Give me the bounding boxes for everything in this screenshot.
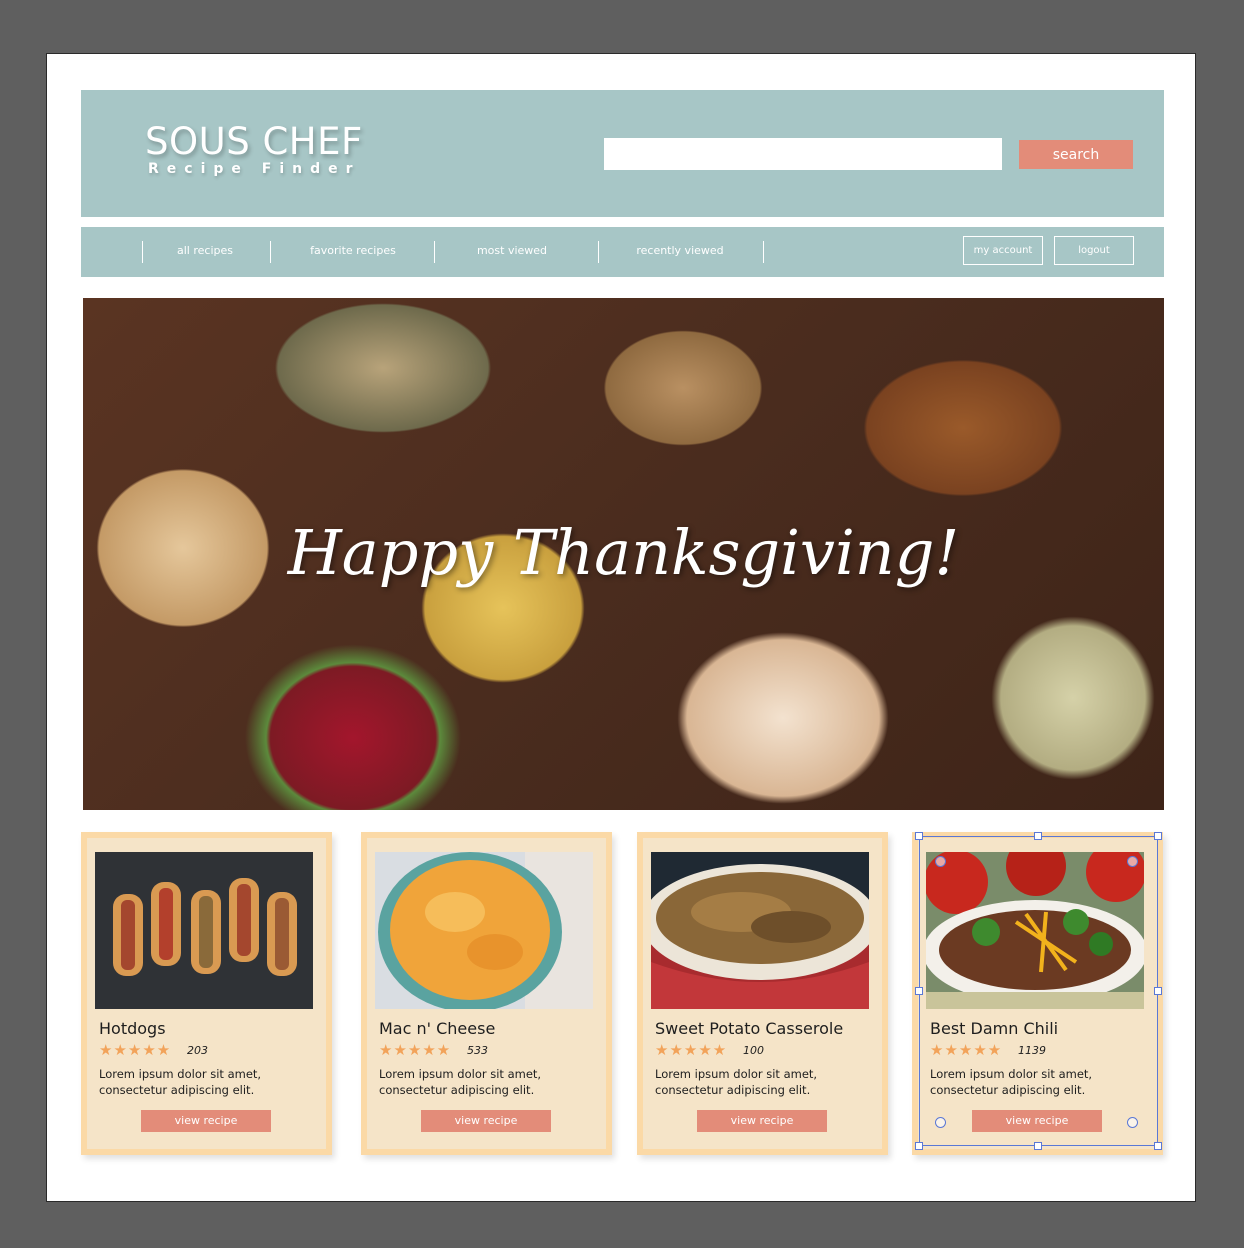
recipe-card: Best Damn Chili ★★★★★ 1139 Lorem ipsum d… — [912, 832, 1163, 1155]
recipe-description: Lorem ipsum dolor sit amet, consectetur … — [99, 1067, 262, 1097]
best-damn-chili-image — [926, 852, 1144, 1009]
view-recipe-button[interactable]: view recipe — [421, 1110, 551, 1132]
my-account-button[interactable]: my account — [963, 236, 1043, 265]
corner-radius-widget-bottom-left[interactable] — [935, 1117, 946, 1128]
hero-banner: Happy Thanksgiving! — [83, 298, 1164, 810]
nav-item-favorite-recipes[interactable]: favorite recipes — [285, 244, 421, 257]
rating-count: 100 — [743, 1044, 764, 1057]
corner-radius-widget-top-right[interactable] — [1127, 856, 1138, 867]
star-rating: ★★★★★ — [655, 1041, 728, 1059]
view-recipe-button[interactable]: view recipe — [141, 1110, 271, 1132]
rating-count: 203 — [187, 1044, 208, 1057]
recipe-card: Hotdogs ★★★★★ 203 Lorem ipsum dolor sit … — [81, 832, 332, 1155]
resize-handle-top-right[interactable] — [1154, 832, 1162, 840]
logo-subtitle: Recipe Finder — [148, 161, 361, 177]
search-button[interactable]: search — [1019, 140, 1133, 169]
star-rating: ★★★★★ — [99, 1041, 172, 1059]
star-rating: ★★★★★ — [379, 1041, 452, 1059]
nav-divider — [763, 241, 764, 263]
site-header: SOUS CHEF Recipe Finder search — [81, 90, 1164, 217]
nav-divider — [142, 241, 143, 263]
rating-count: 1139 — [1018, 1044, 1046, 1057]
logout-button[interactable]: logout — [1054, 236, 1134, 265]
recipe-title: Best Damn Chili — [930, 1019, 1059, 1038]
nav-item-recently-viewed[interactable]: recently viewed — [613, 244, 747, 257]
nav-divider — [434, 241, 435, 263]
recipe-card: Sweet Potato Casserole ★★★★★ 100 Lorem i… — [637, 832, 888, 1155]
nav-bar: all recipes favorite recipes most viewed… — [81, 227, 1164, 277]
nav-divider — [598, 241, 599, 263]
search-input[interactable] — [604, 138, 1002, 170]
recipe-description: Lorem ipsum dolor sit amet, consectetur … — [379, 1067, 542, 1097]
recipe-title: Sweet Potato Casserole — [655, 1019, 844, 1038]
view-recipe-button[interactable]: view recipe — [697, 1110, 827, 1132]
corner-radius-widget-top-left[interactable] — [935, 856, 946, 867]
nav-divider — [270, 241, 271, 263]
sweet-potato-casserole-image — [651, 852, 869, 1009]
star-rating: ★★★★★ — [930, 1041, 1003, 1059]
resize-handle-bottom-right[interactable] — [1154, 1142, 1162, 1150]
recipe-card: Mac n' Cheese ★★★★★ 533 Lorem ipsum dolo… — [361, 832, 612, 1155]
corner-radius-widget-bottom-right[interactable] — [1127, 1117, 1138, 1128]
logo-title: SOUS CHEF — [145, 120, 363, 163]
artboard: SOUS CHEF Recipe Finder search all recip… — [46, 53, 1196, 1202]
nav-item-most-viewed[interactable]: most viewed — [449, 244, 575, 257]
rating-count: 533 — [467, 1044, 488, 1057]
resize-handle-bottom-center[interactable] — [1034, 1142, 1042, 1150]
resize-handle-top-center[interactable] — [1034, 832, 1042, 840]
recipe-description: Lorem ipsum dolor sit amet, consectetur … — [930, 1067, 1093, 1097]
recipe-title: Mac n' Cheese — [379, 1019, 496, 1038]
recipe-title: Hotdogs — [99, 1019, 166, 1038]
resize-handle-top-left[interactable] — [915, 832, 923, 840]
nav-item-all-recipes[interactable]: all recipes — [155, 244, 255, 257]
hotdogs-image — [95, 852, 313, 1009]
mac-n-cheese-image — [375, 852, 593, 1009]
resize-handle-middle-left[interactable] — [915, 987, 923, 995]
hero-title: Happy Thanksgiving! — [287, 516, 960, 589]
recipe-description: Lorem ipsum dolor sit amet, consectetur … — [655, 1067, 818, 1097]
resize-handle-middle-right[interactable] — [1154, 987, 1162, 995]
resize-handle-bottom-left[interactable] — [915, 1142, 923, 1150]
view-recipe-button[interactable]: view recipe — [972, 1110, 1102, 1132]
